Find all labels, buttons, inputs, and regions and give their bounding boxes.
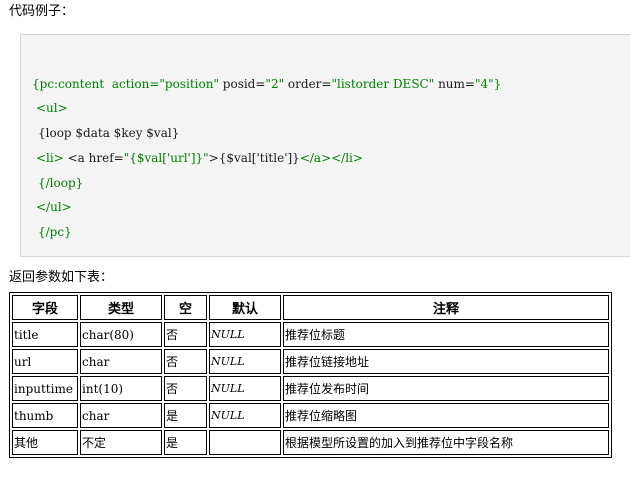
- code-token: posid=: [218, 77, 266, 91]
- code-token: "listorder DESC": [331, 77, 435, 91]
- cell-null: 否: [164, 322, 207, 347]
- cell-comment: 推荐位缩略图: [283, 403, 609, 428]
- cell-default: [209, 430, 281, 455]
- cell-default: NULL: [209, 403, 281, 428]
- cell-null: 是: [164, 430, 207, 455]
- cell-field: url: [12, 349, 78, 374]
- header-type: 类型: [80, 295, 162, 320]
- code-line-2: <ul>: [36, 101, 68, 115]
- code-line-6: </ul>: [36, 200, 72, 214]
- table-header-row: 字段 类型 空 默认 注释: [12, 295, 609, 320]
- code-token: "4": [474, 77, 494, 91]
- code-token: {$val['title']}: [218, 151, 300, 165]
- cell-comment: 根据模型所设置的加入到推荐位中字段名称: [283, 430, 609, 455]
- code-line-7: {/pc}: [38, 225, 72, 239]
- cell-field: inputtime: [12, 376, 78, 401]
- code-token: num=: [434, 77, 475, 91]
- table-row: inputtime int(10) 否 NULL 推荐位发布时间: [12, 376, 609, 401]
- code-token: "position": [159, 77, 219, 91]
- cell-comment: 推荐位链接地址: [283, 349, 609, 374]
- code-block: {pc:content action="position" posid="2" …: [20, 34, 630, 257]
- cell-type: 不定: [80, 430, 162, 455]
- code-line-5: {/loop}: [38, 176, 84, 190]
- code-line-4: <li> <a href="{$val['url']}">{$val['titl…: [36, 151, 363, 166]
- code-token: }: [493, 77, 502, 91]
- table-row: thumb char 是 NULL 推荐位缩略图: [12, 403, 609, 428]
- table-row: url char 否 NULL 推荐位链接地址: [12, 349, 609, 374]
- cell-type: char: [80, 403, 162, 428]
- cell-comment: 推荐位发布时间: [283, 376, 609, 401]
- code-token: {pc:content action=: [32, 77, 160, 91]
- code-token: "{$val['url']}": [123, 151, 209, 165]
- table-row: 其他 不定 是 根据模型所设置的加入到推荐位中字段名称: [12, 430, 609, 455]
- cell-default: NULL: [209, 349, 281, 374]
- cell-field: title: [12, 322, 78, 347]
- code-line-1: {pc:content action="position" posid="2" …: [32, 77, 501, 92]
- code-token: >: [208, 151, 219, 165]
- code-token: <a href=: [63, 151, 124, 165]
- params-caption: 返回参数如下表：: [9, 270, 114, 285]
- header-default: 默认: [209, 295, 281, 320]
- cell-default: NULL: [209, 376, 281, 401]
- header-comment: 注释: [283, 295, 609, 320]
- code-token: </a></li>: [299, 151, 363, 165]
- table-row: title char(80) 否 NULL 推荐位标题: [12, 322, 609, 347]
- cell-field: thumb: [12, 403, 78, 428]
- cell-type: int(10): [80, 376, 162, 401]
- cell-null: 否: [164, 349, 207, 374]
- cell-default: NULL: [209, 322, 281, 347]
- cell-type: char: [80, 349, 162, 374]
- params-table: 字段 类型 空 默认 注释 title char(80) 否 NULL 推荐位标…: [9, 292, 612, 458]
- cell-null: 是: [164, 403, 207, 428]
- header-field: 字段: [12, 295, 78, 320]
- cell-type: char(80): [80, 322, 162, 347]
- header-null: 空: [164, 295, 207, 320]
- code-token: order=: [284, 77, 332, 91]
- code-token: "2": [265, 77, 285, 91]
- cell-null: 否: [164, 376, 207, 401]
- code-line-3: {loop $data $key $val}: [38, 126, 180, 140]
- cell-comment: 推荐位标题: [283, 322, 609, 347]
- code-token: <li>: [36, 151, 64, 165]
- example-caption: 代码例子：: [9, 4, 75, 19]
- cell-field: 其他: [12, 430, 78, 455]
